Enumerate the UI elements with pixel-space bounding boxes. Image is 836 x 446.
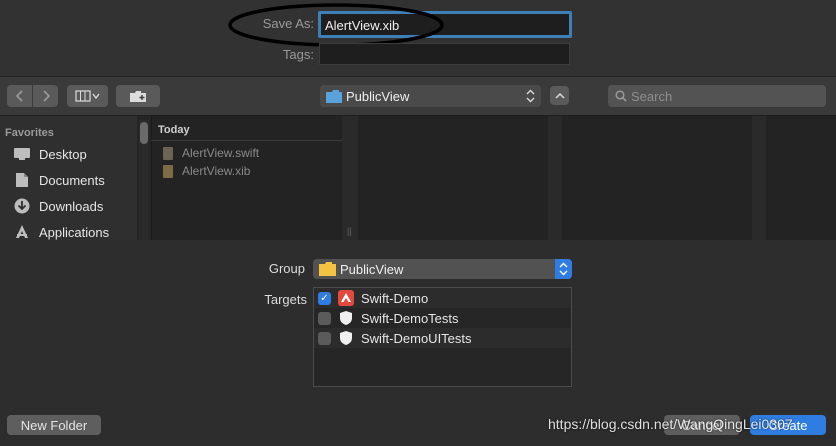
view-mode-button[interactable] bbox=[67, 85, 108, 107]
target-row[interactable]: ✓ Swift-Demo bbox=[314, 288, 571, 308]
file-name: AlertView.swift bbox=[182, 146, 260, 160]
location-popup[interactable]: PublicView bbox=[320, 85, 541, 107]
tags-field[interactable] bbox=[319, 43, 570, 65]
annotation-ellipse bbox=[228, 3, 444, 47]
targets-label: Targets bbox=[264, 292, 307, 307]
target-row[interactable]: Swift-DemoUITests bbox=[314, 328, 571, 348]
sidebar-item-label: Documents bbox=[39, 172, 105, 188]
chevron-right-icon bbox=[42, 90, 50, 102]
back-button[interactable] bbox=[7, 85, 32, 107]
sidebar-heading: Favorites bbox=[5, 127, 54, 139]
sidebar-item-documents[interactable]: Documents bbox=[13, 172, 105, 188]
target-checkbox[interactable] bbox=[318, 331, 331, 345]
xib-file-icon bbox=[163, 164, 173, 178]
chevron-left-icon bbox=[15, 90, 23, 102]
sidebar-scrollbar[interactable] bbox=[139, 120, 149, 240]
column-divider bbox=[151, 140, 342, 141]
targets-list: ✓ Swift-Demo Swift-DemoTests Swift-DemoU… bbox=[313, 287, 572, 387]
group-value: PublicView bbox=[340, 262, 404, 277]
collapse-button[interactable] bbox=[550, 86, 569, 105]
sidebar-item-downloads[interactable]: Downloads bbox=[13, 198, 103, 214]
column-heading: Today bbox=[158, 124, 190, 136]
search-placeholder: Search bbox=[631, 89, 673, 104]
new-folder-button[interactable]: New Folder bbox=[7, 415, 101, 435]
sidebar-item-label: Downloads bbox=[39, 198, 104, 214]
sidebar-item-desktop[interactable]: Desktop bbox=[13, 146, 87, 162]
columns-view-icon bbox=[74, 90, 100, 102]
target-row[interactable]: Swift-DemoTests bbox=[314, 308, 571, 328]
target-name: Swift-DemoTests bbox=[361, 310, 459, 326]
swift-file-icon bbox=[163, 146, 173, 160]
updown-chevron-icon bbox=[559, 262, 568, 276]
chevron-up-icon bbox=[554, 92, 565, 99]
file-item[interactable]: AlertView.swift bbox=[163, 146, 259, 160]
target-checkbox[interactable]: ✓ bbox=[318, 291, 331, 305]
scrollbar-thumb[interactable] bbox=[140, 122, 148, 144]
forward-button[interactable] bbox=[33, 85, 58, 107]
tags-label: Tags: bbox=[282, 47, 314, 62]
search-field[interactable]: Search bbox=[608, 85, 826, 107]
watermark: https://blog.csdn.net/WangQingLei0307 bbox=[548, 416, 793, 432]
location-label: PublicView bbox=[346, 89, 410, 104]
file-item[interactable]: AlertView.xib bbox=[163, 164, 250, 178]
new-folder-icon bbox=[130, 90, 146, 102]
group-popup[interactable]: PublicView bbox=[313, 259, 572, 279]
file-name: AlertView.xib bbox=[182, 164, 251, 178]
target-name: Swift-DemoUITests bbox=[361, 330, 472, 346]
sidebar-item-label: Applications bbox=[39, 224, 110, 240]
column-separator bbox=[548, 116, 562, 240]
group-popup-stepper[interactable] bbox=[555, 259, 572, 279]
target-name: Swift-Demo bbox=[361, 290, 429, 306]
folder-icon bbox=[319, 262, 336, 276]
test-target-icon bbox=[340, 331, 352, 345]
folder-icon bbox=[326, 90, 342, 103]
desktop-icon bbox=[13, 146, 31, 162]
browser-column-2 bbox=[358, 116, 548, 240]
target-checkbox[interactable] bbox=[318, 311, 331, 325]
new-folder-toolbar-button[interactable] bbox=[116, 85, 160, 107]
sidebar-item-label: Desktop bbox=[39, 146, 87, 162]
applications-icon bbox=[13, 224, 31, 240]
updown-chevron-icon bbox=[526, 89, 535, 103]
browser-column-4 bbox=[766, 116, 836, 240]
test-target-icon bbox=[340, 311, 352, 325]
column-separator bbox=[752, 116, 766, 240]
column-resize-handle[interactable]: || bbox=[342, 116, 358, 240]
app-target-icon bbox=[338, 290, 354, 306]
sidebar-item-applications[interactable]: Applications bbox=[13, 224, 109, 240]
downloads-icon bbox=[13, 198, 31, 214]
search-icon bbox=[615, 90, 627, 102]
documents-icon bbox=[13, 172, 31, 188]
browser-column-3 bbox=[562, 116, 752, 240]
group-label: Group bbox=[268, 261, 305, 276]
